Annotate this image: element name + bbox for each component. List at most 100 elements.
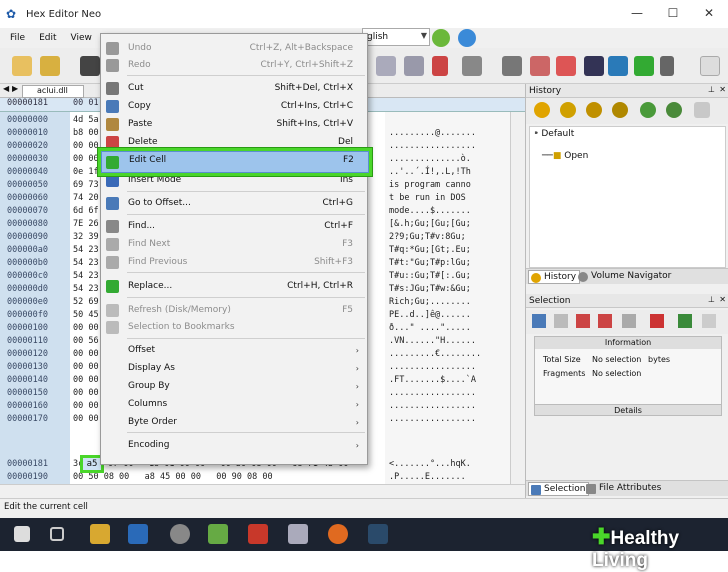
- select-block-icon[interactable]: [598, 314, 612, 328]
- menu-view[interactable]: View: [71, 33, 92, 43]
- history-save-icon[interactable]: [640, 102, 656, 118]
- menu-item-edit-cell[interactable]: Edit Cell F2: [101, 151, 369, 173]
- row-text[interactable]: .................: [385, 361, 476, 374]
- row-text[interactable]: ..............ò.: [385, 153, 471, 166]
- row-text[interactable]: ..'..´.Í!,.L,!Th: [385, 166, 471, 179]
- menu-item-redo[interactable]: Redo Ctrl+Y, Ctrl+Shift+Z: [101, 57, 367, 74]
- row-bytes[interactable]: 0e 1f: [73, 166, 99, 179]
- find-next-icon[interactable]: [404, 56, 424, 76]
- menu-item-group-by[interactable]: Group By ›: [101, 378, 367, 395]
- row-bytes[interactable]: 69 73: [73, 179, 99, 192]
- outlook-icon[interactable]: [128, 524, 148, 544]
- row-bytes[interactable]: 54 23: [73, 283, 99, 296]
- tab-volume-navigator[interactable]: Volume Navigator: [576, 270, 674, 284]
- row-bytes[interactable]: b8 00: [73, 127, 99, 140]
- history-root[interactable]: ⁍ Default: [534, 129, 574, 139]
- file-explorer-icon[interactable]: [90, 524, 110, 544]
- pointer-icon[interactable]: [502, 56, 522, 76]
- row-bytes[interactable]: 32 39: [73, 231, 99, 244]
- history-clock-icon[interactable]: [534, 102, 550, 118]
- row-text[interactable]: 2?9;Gu;T#v:8Gu;: [385, 231, 466, 244]
- horizontal-scrollbar[interactable]: [0, 484, 525, 498]
- row-text[interactable]: T#t:"Gu;T#p:lGu;: [385, 257, 471, 270]
- menu-item-byte-order[interactable]: Byte Order ›: [101, 414, 367, 431]
- monitor-icon[interactable]: [608, 56, 628, 76]
- row-bytes[interactable]: 00 00: [73, 140, 99, 153]
- row-bytes[interactable]: 54 23: [73, 257, 99, 270]
- close-button[interactable]: ✕: [692, 0, 726, 28]
- menu-item-find[interactable]: Find... Ctrl+F: [101, 218, 367, 235]
- menu-item-columns[interactable]: Columns ›: [101, 396, 367, 413]
- hex-editor-taskbar-icon[interactable]: [368, 524, 388, 544]
- row-text[interactable]: .VN......"H......: [385, 335, 476, 348]
- close-icon[interactable]: ✕: [719, 85, 726, 94]
- menu-item-selection-bookmarks[interactable]: Selection to Bookmarks: [101, 319, 367, 336]
- new-file-icon[interactable]: [12, 56, 32, 76]
- row-text[interactable]: is program canno: [385, 179, 471, 192]
- history-item-open[interactable]: ──■ Open: [542, 151, 588, 161]
- menu-edit[interactable]: Edit: [39, 33, 56, 43]
- row-text[interactable]: .........€........: [385, 348, 481, 361]
- tab-history[interactable]: History: [528, 270, 581, 284]
- clipboard-icon[interactable]: [556, 56, 576, 76]
- row-text[interactable]: Rich;Gu;........: [385, 296, 471, 309]
- pin-icon[interactable]: ⊥: [708, 295, 715, 304]
- network-icon[interactable]: [170, 524, 190, 544]
- maximize-button[interactable]: ☐: [656, 0, 690, 28]
- close-icon[interactable]: ✕: [719, 295, 726, 304]
- row-text[interactable]: .................: [385, 387, 476, 400]
- firefox-icon[interactable]: [328, 524, 348, 544]
- tab-aclui-dll[interactable]: aclui.dll: [22, 85, 84, 98]
- menu-item-offset[interactable]: Offset ›: [101, 342, 367, 359]
- globe-settings-icon[interactable]: [458, 29, 476, 47]
- row-bytes[interactable]: 7E 26: [73, 218, 99, 231]
- row-text[interactable]: .................: [385, 413, 476, 426]
- tab-file-attributes[interactable]: File Attributes: [584, 482, 664, 496]
- menu-item-display-as[interactable]: Display As ›: [101, 360, 367, 377]
- search-icon[interactable]: [376, 56, 396, 76]
- row-bytes[interactable]: 00 00: [73, 413, 99, 426]
- cursor-row-text[interactable]: <.......°...hqK.: [385, 458, 471, 471]
- bookmark-icon[interactable]: [432, 56, 448, 76]
- tools-icon[interactable]: [700, 56, 720, 76]
- pin-icon[interactable]: ⊥: [708, 85, 715, 94]
- menu-item-replace[interactable]: Replace... Ctrl+H, Ctrl+R: [101, 278, 367, 295]
- tab-selection[interactable]: Selection: [528, 482, 590, 496]
- row-bytes[interactable]: 00 00: [73, 348, 99, 361]
- row-text[interactable]: ð..." ....".....: [385, 322, 471, 335]
- mail-icon[interactable]: [288, 524, 308, 544]
- row-bytes[interactable]: 50 45: [73, 309, 99, 322]
- binary-icon[interactable]: [584, 56, 604, 76]
- details-header[interactable]: Details: [534, 404, 722, 416]
- menu-item-find-previous[interactable]: Find Previous Shift+F3: [101, 254, 367, 271]
- selection-clear-icon[interactable]: [702, 314, 716, 328]
- minimize-button[interactable]: —: [620, 0, 654, 28]
- select-icon[interactable]: [554, 314, 568, 328]
- checkmark-icon[interactable]: [650, 314, 664, 328]
- language-combo[interactable]: glish ▼: [362, 28, 430, 46]
- row-bytes[interactable]: 52 69: [73, 296, 99, 309]
- globe-add-icon[interactable]: [432, 29, 450, 47]
- row-bytes[interactable]: 74 20: [73, 192, 99, 205]
- row-bytes[interactable]: 4d 5a: [73, 114, 99, 127]
- row-bytes[interactable]: 00 00: [73, 374, 99, 387]
- history-clear-icon[interactable]: [694, 102, 710, 118]
- goto-icon[interactable]: [462, 56, 482, 76]
- select-range-icon[interactable]: [576, 314, 590, 328]
- row-text[interactable]: .FT.......$....`A: [385, 374, 476, 387]
- task-view-icon[interactable]: [50, 527, 64, 541]
- row-bytes[interactable]: 00 00: [73, 322, 99, 335]
- menu-item-paste[interactable]: Paste Shift+Ins, Ctrl+V: [101, 116, 367, 133]
- history-step-icon[interactable]: [612, 102, 628, 118]
- save-icon[interactable]: [80, 56, 100, 76]
- start-icon[interactable]: [14, 526, 30, 542]
- row-bytes[interactable]: 54 23: [73, 270, 99, 283]
- grid-icon[interactable]: [532, 314, 546, 328]
- row-text[interactable]: T#q:*Gu;[Gt;.Eu;: [385, 244, 471, 257]
- menu-item-goto-offset[interactable]: Go to Offset... Ctrl+G: [101, 195, 367, 212]
- row-text[interactable]: mode....$.......: [385, 205, 471, 218]
- menu-item-encoding[interactable]: Encoding ›: [101, 437, 367, 454]
- menu-item-copy[interactable]: Copy Ctrl+Ins, Ctrl+C: [101, 98, 367, 115]
- menu-item-refresh[interactable]: Refresh (Disk/Memory) F5: [101, 302, 367, 319]
- history-load-icon[interactable]: [666, 102, 682, 118]
